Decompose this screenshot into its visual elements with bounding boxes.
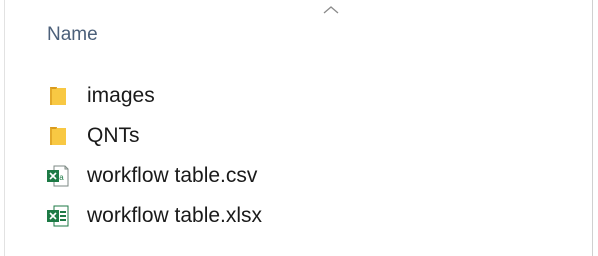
list-item-images[interactable]: images <box>5 76 592 116</box>
chevron-up-icon[interactable] <box>322 5 340 15</box>
excel-xlsx-file-icon <box>47 205 69 227</box>
file-name: QNTs <box>87 124 140 147</box>
file-name: workflow table.csv <box>87 164 258 187</box>
column-header-row: Name <box>5 0 592 66</box>
folder-icon <box>50 87 66 105</box>
file-explorer-pane: Name images QNTs a workflow table.csv wo… <box>0 0 598 256</box>
file-list: images QNTs a workflow table.csv workflo… <box>5 76 592 236</box>
list-item-workflow-table-xlsx[interactable]: workflow table.xlsx <box>5 196 592 236</box>
folder-icon <box>50 127 66 145</box>
file-name: images <box>87 84 155 107</box>
list-item-workflow-table-csv[interactable]: a workflow table.csv <box>5 156 592 196</box>
column-header-name[interactable]: Name <box>47 23 98 47</box>
file-name: workflow table.xlsx <box>87 204 263 227</box>
excel-csv-file-icon: a <box>47 165 69 187</box>
svg-text:a: a <box>59 173 64 182</box>
pane-right-border <box>592 0 593 256</box>
list-item-qnts[interactable]: QNTs <box>5 116 592 156</box>
